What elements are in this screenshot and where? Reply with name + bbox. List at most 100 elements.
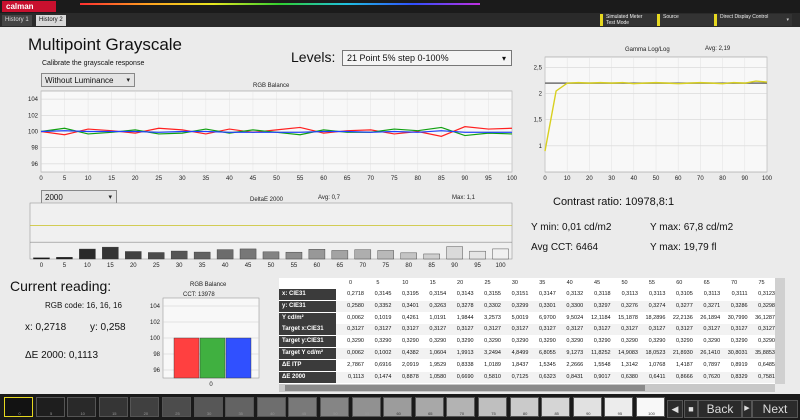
x-tick-label: 10 <box>564 176 571 182</box>
table-column-header: 10 <box>402 280 409 286</box>
table-cell: 0,7125 <box>511 373 529 380</box>
table-cell: 0,3274 <box>648 302 666 309</box>
table-column-header: 70 <box>731 280 738 286</box>
x-tick-label: 45 <box>245 263 252 269</box>
table-cell: 1,0768 <box>648 361 666 368</box>
table-cell: 0,3290 <box>593 338 611 345</box>
table-cell: 0,3263 <box>429 302 447 309</box>
table-cell: 0,3147 <box>538 291 556 297</box>
swatch-60[interactable]: 60 <box>383 397 413 417</box>
table-cell: 0,3127 <box>456 326 474 333</box>
table-row-label: Y cd/m² <box>279 312 336 324</box>
table-row-label: y: CIE31 <box>279 300 336 312</box>
small-bar-B <box>225 337 252 379</box>
table-cell: 1,0580 <box>429 373 447 380</box>
deltae-bar <box>239 248 257 260</box>
table-cell: 3,2573 <box>484 314 501 321</box>
x-tick-label: 85 <box>438 176 445 182</box>
y-tick-label: 96 <box>31 162 38 168</box>
table-cell: 1,0189 <box>484 361 501 368</box>
x-tick-label: 85 <box>428 263 435 269</box>
swatch-label: 10 <box>80 411 85 416</box>
x-tick-label: 0 <box>39 176 43 182</box>
x-tick-label: 25 <box>155 176 162 182</box>
prev-step-icon[interactable]: ◀ <box>667 400 683 418</box>
table-cell: 1,9913 <box>456 350 474 356</box>
swatch-95[interactable]: 95 <box>604 397 634 417</box>
swatch-label: 70 <box>459 411 465 416</box>
table-row: Target y:CIE31 0,3290 0,3290 0,3290 0,3290 0,… <box>279 336 775 348</box>
current-reading-title: Current reading: <box>10 278 112 294</box>
table-cell: 0,3127 <box>703 326 721 333</box>
swatch-85[interactable]: 85 <box>541 397 571 417</box>
x-tick-label: 80 <box>414 176 421 182</box>
deltae-bar <box>354 249 372 260</box>
table-cell: 0,8338 <box>456 361 474 368</box>
deltae-bar <box>102 246 119 260</box>
table-row-label: Target Y cd/m² <box>279 348 336 359</box>
rgb-balance-title: RGB Balance <box>253 83 290 89</box>
deltae-bar <box>79 248 96 260</box>
swatch-label: 35 <box>238 411 243 416</box>
swatch-5[interactable]: 5 <box>35 397 65 417</box>
swatch-20[interactable]: 20 <box>130 397 160 417</box>
next-button[interactable]: Next <box>752 400 798 418</box>
table-column-header: 60 <box>676 280 683 286</box>
table-column-header: 5 <box>376 280 380 286</box>
swatch-40[interactable]: 40 <box>256 397 286 417</box>
table-vertical-scrollbar[interactable] <box>775 278 785 384</box>
table-cell: 1,5345 <box>538 361 556 368</box>
table-column-header: 30 <box>511 280 518 286</box>
scrollbar-thumb[interactable] <box>285 385 645 391</box>
swatch-30[interactable]: 30 <box>193 397 223 417</box>
table-cell: 0,3298 <box>758 302 775 309</box>
stop-icon[interactable]: ■ <box>684 400 698 418</box>
swatch-10[interactable]: 10 <box>67 397 97 417</box>
table-cell: 0,3111 <box>731 291 748 297</box>
swatch-65[interactable]: 65 <box>414 397 444 417</box>
swatch-70[interactable]: 70 <box>446 397 476 417</box>
swatch-100[interactable]: 100 <box>636 397 665 417</box>
y-tick-label: 104 <box>28 97 39 103</box>
swatch-0[interactable]: 0 <box>4 397 33 417</box>
swatch-15[interactable]: 15 <box>98 397 128 417</box>
swatch-80[interactable]: 80 <box>509 397 539 417</box>
table-cell: 0,3302 <box>484 302 501 309</box>
back-button[interactable]: Back <box>698 400 742 418</box>
table-column-header: 25 <box>484 280 491 286</box>
table-cell: 6,9700 <box>538 314 556 321</box>
x-tick-label: 35 <box>203 176 210 182</box>
table-column-header: 15 <box>429 280 436 286</box>
next-arrow-icon[interactable]: ▶ <box>742 400 752 418</box>
table-cell: 0,8919 <box>730 361 748 368</box>
table-column-header: 20 <box>457 280 464 286</box>
table-cell: 0,3290 <box>401 338 419 345</box>
swatch-50[interactable]: 50 <box>320 397 349 417</box>
table-cell: 0,6485 <box>758 361 775 368</box>
table-column-header: 75 <box>758 280 765 286</box>
swatch-label: 40 <box>270 411 275 416</box>
y-tick-label: 96 <box>153 368 160 374</box>
x-tick-label: 20 <box>130 263 137 269</box>
x-tick-label: 15 <box>107 263 114 269</box>
x-tick-label: 50 <box>268 263 275 269</box>
table-cell: 0,3127 <box>401 326 419 333</box>
x-tick-label: 95 <box>474 263 481 269</box>
swatch-75[interactable]: 75 <box>478 397 507 417</box>
swatch-label: 45 <box>301 411 307 416</box>
back-label: Back <box>706 402 734 416</box>
swatch-55[interactable]: 55 <box>351 397 381 417</box>
swatch-25[interactable]: 25 <box>162 397 191 417</box>
x-tick-label: 30 <box>608 176 615 182</box>
table-cell: 2,2666 <box>566 361 584 368</box>
table-column-header: 55 <box>648 280 655 286</box>
deltae-bar <box>446 246 463 260</box>
table-cell: 0,3299 <box>511 302 529 309</box>
contrast-ratio: Contrast ratio: 10978,8:1 <box>553 196 675 208</box>
swatch-90[interactable]: 90 <box>572 397 602 417</box>
y-tick-label: 98 <box>153 352 160 358</box>
swatch-45[interactable]: 45 <box>288 397 318 417</box>
x-tick-label: 80 <box>719 176 726 182</box>
table-cell: 21,8930 <box>672 350 693 356</box>
swatch-35[interactable]: 35 <box>225 397 255 417</box>
